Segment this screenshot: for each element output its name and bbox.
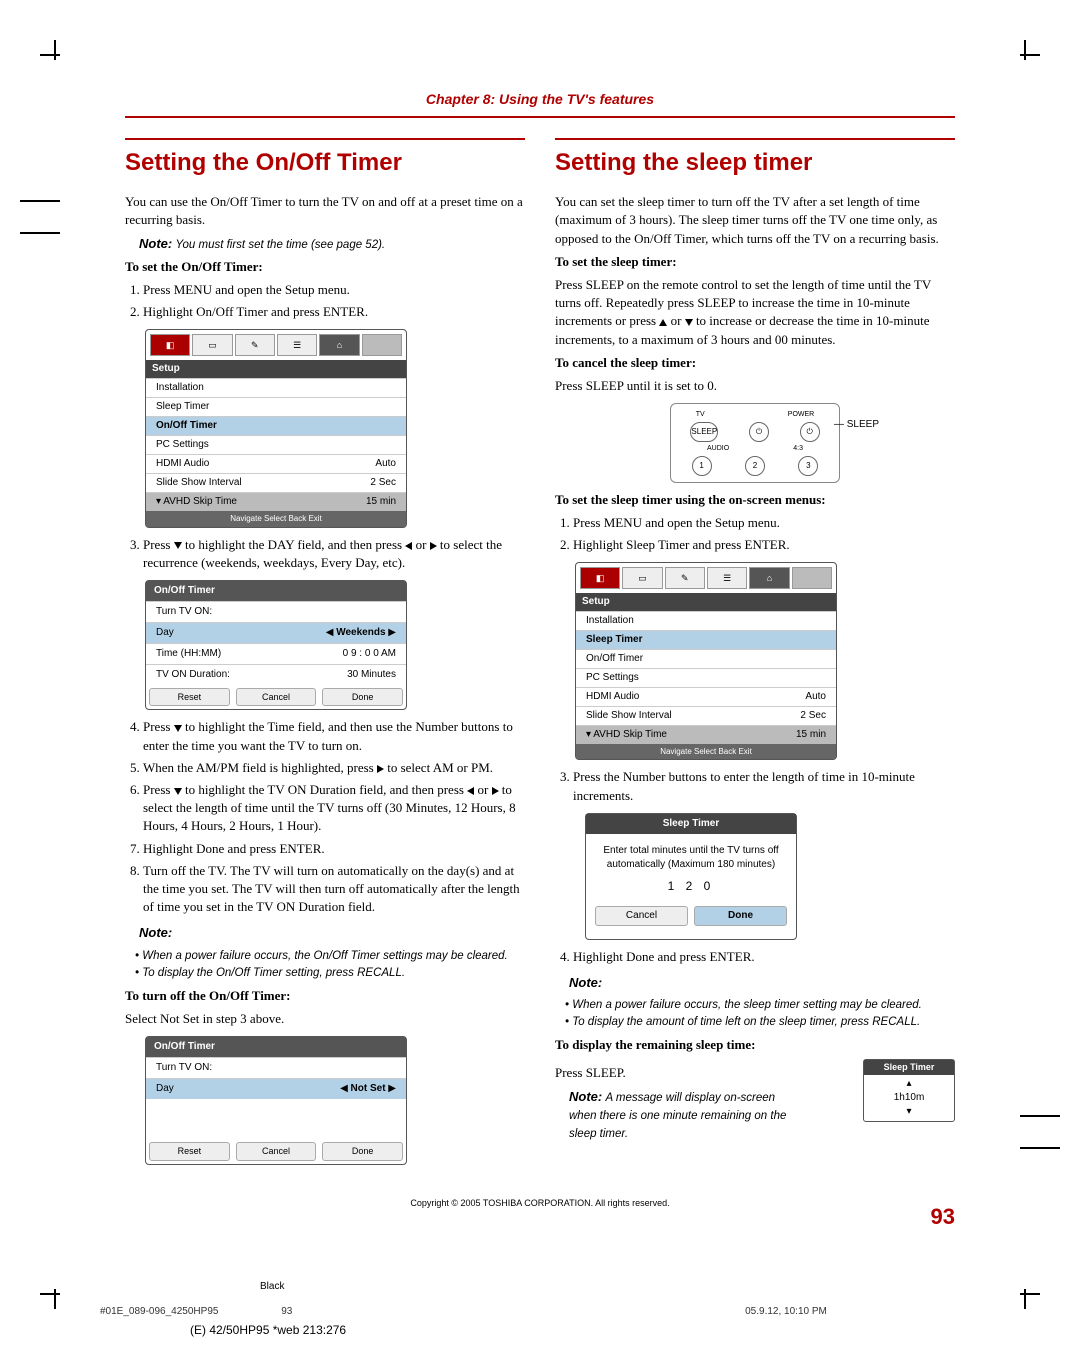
left-step3: Press to highlight the DAY field, and th… bbox=[143, 536, 525, 572]
ui-footer: Navigate Select Back Exit bbox=[146, 511, 406, 526]
onoff-timer-ui: On/Off Timer Turn TV ON: Day◀ Weekends ▶… bbox=[145, 580, 407, 711]
setup-ui-2: ◧▭✎☰⌂ Setup Installation Sleep Timer On/… bbox=[575, 562, 837, 760]
right-step3: Press the Number buttons to enter the le… bbox=[573, 768, 955, 804]
right-note-b: To display the amount of time left on th… bbox=[565, 1014, 955, 1030]
left-step4: Press to highlight the Time field, and t… bbox=[143, 718, 525, 754]
left-title: Setting the On/Off Timer bbox=[125, 138, 525, 180]
left-heading1: To set the On/Off Timer: bbox=[125, 258, 525, 276]
timer-header: On/Off Timer bbox=[146, 581, 406, 601]
right-column: Setting the sleep timer You can set the … bbox=[555, 128, 955, 1173]
right-step2: Highlight Sleep Timer and press ENTER. bbox=[573, 536, 955, 554]
right-para1: Press SLEEP on the remote control to set… bbox=[555, 276, 955, 349]
right-heading3: To set the sleep timer using the on-scre… bbox=[555, 491, 955, 509]
tab-icon: ☰ bbox=[277, 334, 317, 356]
left-column: Setting the On/Off Timer You can use the… bbox=[125, 128, 525, 1173]
left-heading2: To turn off the On/Off Timer: bbox=[125, 987, 525, 1005]
right-intro: You can set the sleep timer to turn off … bbox=[555, 193, 955, 248]
left-step6: Press to highlight the TV ON Duration fi… bbox=[143, 781, 525, 836]
setup-ui-1: ◧ ▭ ✎ ☰ ⌂ Setup Installation Sleep Timer… bbox=[145, 329, 407, 527]
tab-icon: ◧ bbox=[150, 334, 190, 356]
left-step2: Highlight On/Off Timer and press ENTER. bbox=[143, 303, 525, 321]
right-heading2: To cancel the sleep timer: bbox=[555, 354, 955, 372]
tab-icon: ✎ bbox=[235, 334, 275, 356]
footer-web: (E) 42/50HP95 *web 213:276 bbox=[190, 1322, 346, 1339]
left-note2a: When a power failure occurs, the On/Off … bbox=[135, 948, 525, 964]
right-title: Setting the sleep timer bbox=[555, 138, 955, 180]
note-label: Note: bbox=[139, 924, 525, 942]
right-note-display: A message will display on-screen when th… bbox=[569, 1092, 786, 1140]
mini-sleep-display: Sleep Timer ▴1h10m▾ bbox=[863, 1059, 955, 1122]
copyright: Copyright © 2005 TOSHIBA CORPORATION. Al… bbox=[125, 1197, 955, 1210]
left-step7: Highlight Done and press ENTER. bbox=[143, 840, 525, 858]
left-step8: Turn off the TV. The TV will turn on aut… bbox=[143, 862, 525, 917]
page-number: 93 bbox=[931, 1202, 955, 1233]
tab-icon bbox=[362, 334, 402, 356]
tab-icon: ⌂ bbox=[319, 334, 359, 356]
right-step1: Press MENU and open the Setup menu. bbox=[573, 514, 955, 532]
chapter-header: Chapter 8: Using the TV's features bbox=[125, 90, 955, 118]
left-note1: You must first set the time (see page 52… bbox=[175, 239, 385, 251]
sleep-timer-ui: Sleep Timer Enter total minutes until th… bbox=[585, 813, 797, 940]
left-intro: You can use the On/Off Timer to turn the… bbox=[125, 193, 525, 229]
left-step1: Press MENU and open the Setup menu. bbox=[143, 281, 525, 299]
left-note2b: To display the On/Off Timer setting, pre… bbox=[135, 965, 525, 981]
remote-illustration: TVPOWER SLEEP⏻⏻ AUDIO4:3 123 — SLEEP bbox=[670, 403, 840, 483]
setup-label: Setup bbox=[146, 360, 406, 378]
tab-icon: ▭ bbox=[192, 334, 232, 356]
right-para2: Press SLEEP until it is set to 0. bbox=[555, 377, 955, 395]
right-heading4: To display the remaining sleep time: bbox=[555, 1036, 955, 1054]
left-off-text: Select Not Set in step 3 above. bbox=[125, 1010, 525, 1028]
onoff-timer-ui-notset: On/Off Timer Turn TV ON: Day◀ Not Set ▶ … bbox=[145, 1036, 407, 1165]
left-step5: When the AM/PM field is highlighted, pre… bbox=[143, 759, 525, 777]
footer-black: Black bbox=[260, 1280, 284, 1294]
right-note-a: When a power failure occurs, the sleep t… bbox=[565, 997, 955, 1013]
right-step4: Highlight Done and press ENTER. bbox=[573, 948, 955, 966]
print-footer: #01E_089-096_4250HP95 93 05.9.12, 10:10 … bbox=[100, 1305, 887, 1319]
right-heading1: To set the sleep timer: bbox=[555, 253, 955, 271]
page-content: Chapter 8: Using the TV's features Setti… bbox=[125, 90, 955, 1209]
note-label: Note: bbox=[139, 236, 172, 251]
